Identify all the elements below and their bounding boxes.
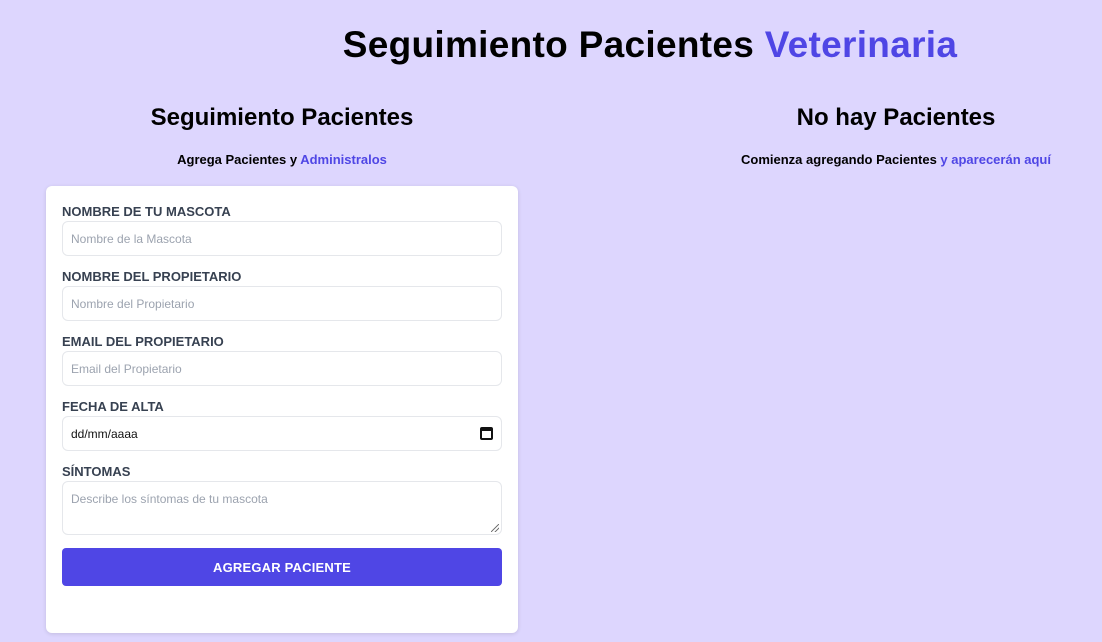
symptoms-field-group: SÍNTOMAS Describe los síntomas de tu mas… xyxy=(62,464,502,535)
patients-section-subtitle: Comienza agregando Pacientes y aparecerá… xyxy=(690,152,1102,167)
page-title: Seguimiento Pacientes Veterinaria xyxy=(0,24,1102,66)
owner-email-input[interactable]: Email del Propietario xyxy=(62,351,502,386)
form-section-header: Seguimiento Pacientes Agrega Pacientes y… xyxy=(46,104,518,167)
pet-name-label: NOMBRE DE TU MASCOTA xyxy=(62,204,231,219)
patients-section-title: No hay Pacientes xyxy=(796,104,996,131)
owner-name-input[interactable]: Nombre del Propietario xyxy=(62,286,502,321)
form-section-title: Seguimiento Pacientes xyxy=(150,104,414,131)
owner-email-placeholder: Email del Propietario xyxy=(71,361,182,376)
owner-name-field-group: NOMBRE DEL PROPIETARIO Nombre del Propie… xyxy=(62,269,502,321)
owner-name-placeholder: Nombre del Propietario xyxy=(71,296,195,311)
patients-subtitle-accent: y aparecerán aquí xyxy=(940,152,1051,167)
discharge-date-field-group: FECHA DE ALTA dd/mm/aaaa xyxy=(62,399,502,451)
owner-email-field-group: EMAIL DEL PROPIETARIO Email del Propieta… xyxy=(62,334,502,386)
calendar-icon[interactable] xyxy=(480,427,493,440)
page-title-main: Seguimiento Pacientes xyxy=(342,24,755,65)
patients-subtitle-text: Comienza agregando Pacientes xyxy=(741,152,937,167)
pet-name-input[interactable]: Nombre de la Mascota xyxy=(62,221,502,256)
add-patient-button[interactable]: AGREGAR PACIENTE xyxy=(62,548,502,586)
form-section-subtitle: Agrega Pacientes y Administralos xyxy=(46,152,518,167)
patients-section-header: No hay Pacientes Comienza agregando Paci… xyxy=(690,104,1102,167)
pet-name-placeholder: Nombre de la Mascota xyxy=(71,231,192,246)
symptoms-placeholder: Describe los síntomas de tu mascota xyxy=(71,492,268,506)
resize-handle-icon[interactable] xyxy=(491,524,499,532)
discharge-date-value: dd/mm/aaaa xyxy=(71,426,138,441)
owner-name-label: NOMBRE DEL PROPIETARIO xyxy=(62,269,242,284)
symptoms-label: SÍNTOMAS xyxy=(62,464,131,479)
discharge-date-input[interactable]: dd/mm/aaaa xyxy=(62,416,502,451)
discharge-date-label: FECHA DE ALTA xyxy=(62,399,164,414)
symptoms-textarea[interactable]: Describe los síntomas de tu mascota xyxy=(62,481,502,535)
patient-form: NOMBRE DE TU MASCOTA Nombre de la Mascot… xyxy=(46,186,518,633)
page-title-accent: Veterinaria xyxy=(764,24,958,65)
pet-name-field-group: NOMBRE DE TU MASCOTA Nombre de la Mascot… xyxy=(62,204,502,256)
form-subtitle-text: Agrega Pacientes y xyxy=(177,152,298,167)
form-subtitle-accent: Administralos xyxy=(300,152,387,167)
owner-email-label: EMAIL DEL PROPIETARIO xyxy=(62,334,224,349)
